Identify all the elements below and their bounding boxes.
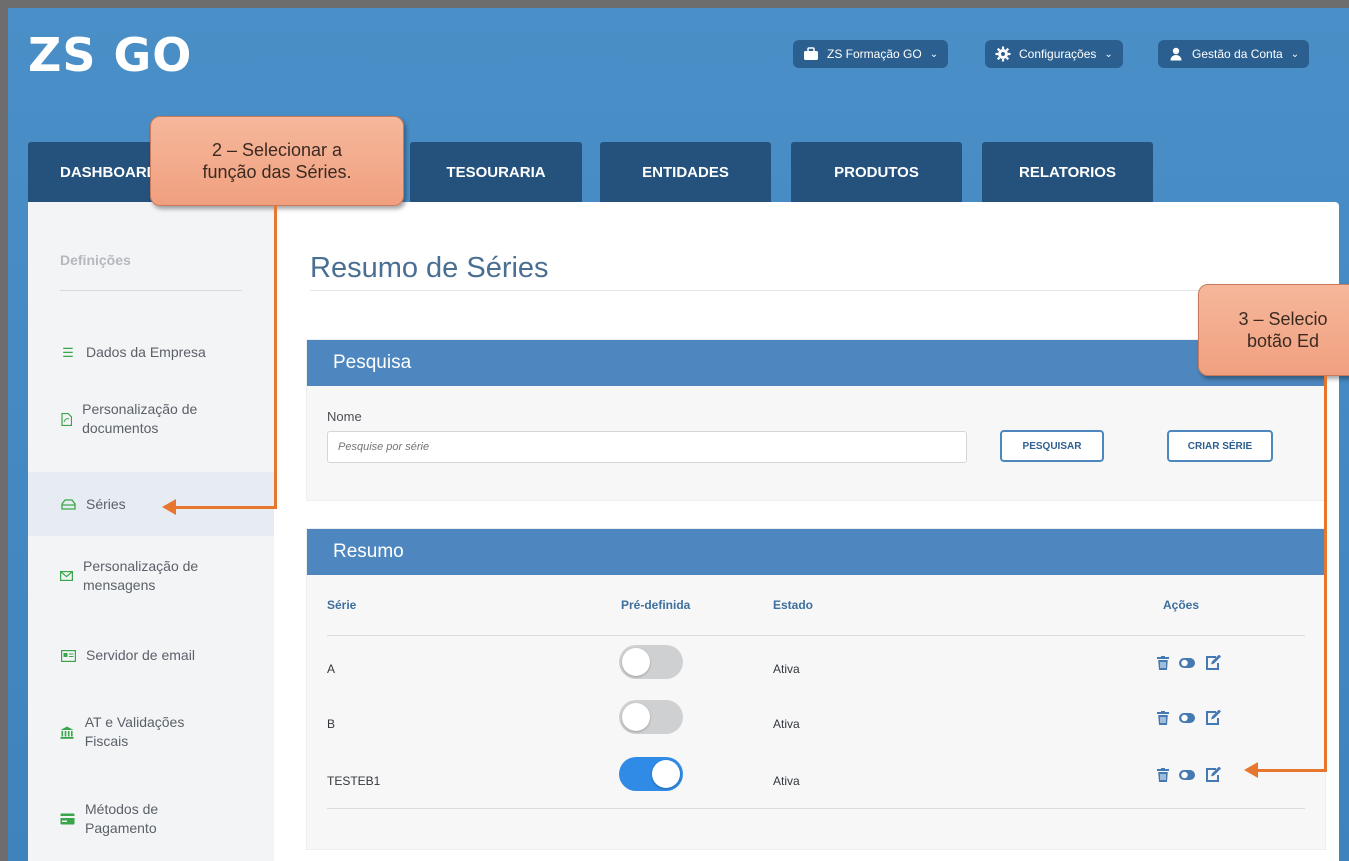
tab-tesouraria[interactable]: TESOURARIA (410, 142, 582, 202)
list-icon: ☰ (62, 345, 74, 360)
sidebar-divider (60, 290, 242, 291)
column-header-acoes: Ações (1163, 598, 1200, 612)
search-input[interactable] (327, 431, 967, 463)
user-icon (1168, 47, 1184, 61)
status-cell: Ativa (773, 662, 800, 676)
summary-heading: Resumo (307, 529, 1325, 575)
sidebar-item-label: Dados da Empresa (86, 344, 206, 360)
row-actions (1157, 654, 1221, 673)
sidebar-item-metodos-pagamento[interactable]: Métodos de Pagamento (60, 800, 190, 838)
sidebar-item-at-validacoes[interactable]: AT e Validações Fiscais (60, 713, 220, 751)
search-box: Pesquisa Nome PESQUISAR CRIAR SÉRIE (306, 339, 1326, 501)
callout-text: botão Ed (1246, 331, 1320, 351)
sidebar-item-dados-empresa[interactable]: ☰ Dados da Empresa (60, 343, 206, 362)
stack-icon (60, 499, 76, 510)
status-cell: Ativa (773, 774, 800, 788)
pdf-icon (60, 412, 72, 426)
arrow-left-icon (1244, 762, 1258, 778)
serie-cell: TESTEB1 (327, 774, 381, 788)
search-heading: Pesquisa (307, 340, 1325, 386)
search-button[interactable]: PESQUISAR (1000, 430, 1104, 462)
default-toggle[interactable] (619, 700, 683, 734)
tab-entidades[interactable]: ENTIDADES (600, 142, 771, 202)
column-header-predefinida: Pré-definida (621, 598, 691, 612)
default-toggle[interactable] (619, 645, 683, 679)
app-logo[interactable]: ZS GO (28, 28, 192, 82)
callout-connector (1324, 376, 1327, 772)
sidebar-item-label: AT e Validações Fiscais (84, 714, 185, 749)
sidebar-item-label: Personalização de documentos (82, 401, 198, 436)
callout-text: função das Séries. (202, 162, 352, 182)
arrow-left-icon (162, 499, 176, 515)
callout-step-2: 2 – Selecionar a função das Séries. (150, 116, 404, 206)
company-selector[interactable]: ZS Formação GO ⌄ (793, 40, 949, 68)
envelope-icon (60, 571, 73, 581)
sidebar-item-servidor-email[interactable]: Servidor de email (60, 646, 195, 665)
main-panel: Definições ☰ Dados da Empresa Personaliz… (28, 202, 1339, 861)
create-series-button[interactable]: CRIAR SÉRIE (1167, 430, 1273, 462)
chevron-down-icon: ⌄ (929, 48, 939, 60)
column-header-estado: Estado (773, 598, 814, 612)
column-header-serie: Série (327, 598, 357, 612)
sidebar-item-series[interactable]: Séries (60, 495, 126, 514)
row-actions (1157, 766, 1221, 785)
edit-icon[interactable] (1205, 654, 1221, 673)
sidebar-item-label: Séries (86, 496, 126, 512)
account-label: Gestão da Conta (1192, 47, 1283, 61)
bank-icon (60, 726, 75, 739)
chevron-down-icon: ⌄ (1290, 48, 1300, 60)
settings-sidebar: Definições ☰ Dados da Empresa Personaliz… (28, 202, 274, 861)
trash-icon[interactable] (1157, 767, 1169, 785)
company-label: ZS Formação GO (827, 47, 922, 61)
settings-label: Configurações (1019, 47, 1097, 61)
trash-icon[interactable] (1157, 710, 1169, 728)
gear-icon (995, 46, 1011, 62)
header-divider (327, 635, 1305, 636)
toggle-status-icon[interactable] (1179, 768, 1195, 784)
sidebar-item-personalizacao-mensagens[interactable]: Personalização de mensagens (60, 557, 230, 595)
name-label: Nome (327, 409, 362, 424)
trash-icon[interactable] (1157, 655, 1169, 673)
edit-icon[interactable] (1205, 709, 1221, 728)
chevron-down-icon: ⌄ (1104, 48, 1113, 60)
default-toggle[interactable] (619, 757, 683, 791)
settings-menu[interactable]: Configurações ⌄ (985, 40, 1123, 68)
row-actions (1157, 709, 1221, 728)
sidebar-item-personalizacao-documentos[interactable]: Personalização de documentos (60, 400, 230, 438)
serie-cell: B (327, 717, 336, 731)
callout-connector (174, 506, 277, 509)
toggle-status-icon[interactable] (1179, 711, 1195, 727)
callout-connector (274, 206, 277, 509)
status-cell: Ativa (773, 717, 800, 731)
briefcase-icon (803, 47, 819, 61)
edit-icon[interactable] (1205, 766, 1221, 785)
title-divider (310, 290, 1320, 291)
sidebar-item-label: Servidor de email (86, 647, 195, 663)
sidebar-title: Definições (60, 252, 131, 268)
account-menu[interactable]: Gestão da Conta ⌄ (1158, 40, 1310, 68)
id-card-icon (60, 649, 76, 662)
toggle-status-icon[interactable] (1179, 656, 1195, 672)
tab-relatorios[interactable]: RELATORIOS (982, 142, 1153, 202)
callout-text: 2 – Selecionar a (211, 140, 343, 160)
summary-box: Resumo Série Pré-definida Estado Ações A… (306, 528, 1326, 850)
window-frame: ZS GO ZS Formação GO ⌄ Configurações ⌄ G… (0, 0, 1349, 861)
callout-text: 3 – Selecio (1238, 309, 1328, 329)
tab-produtos[interactable]: PRODUTOS (791, 142, 962, 202)
sidebar-item-label: Personalização de mensagens (83, 558, 199, 593)
callout-step-3: 3 – Selecio botão Ed (1198, 284, 1349, 376)
page-title: Resumo de Séries (310, 252, 549, 284)
app-screen: ZS GO ZS Formação GO ⌄ Configurações ⌄ G… (8, 8, 1349, 861)
callout-connector (1256, 769, 1327, 772)
serie-cell: A (327, 662, 336, 676)
table-bottom-divider (327, 808, 1305, 809)
sidebar-item-label: Métodos de Pagamento (85, 801, 159, 836)
credit-card-icon (60, 813, 75, 825)
